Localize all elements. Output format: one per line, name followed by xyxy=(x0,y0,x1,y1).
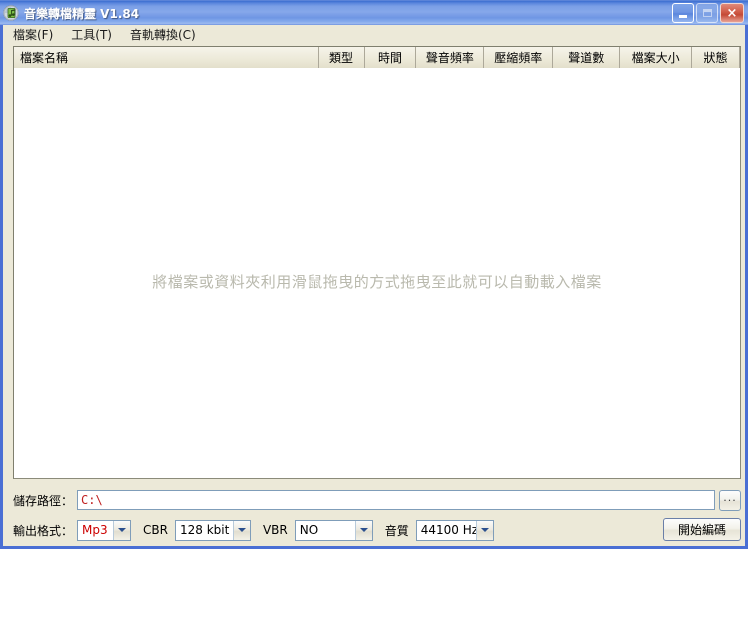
column-header-bitrate[interactable]: 壓縮頻率 xyxy=(484,47,554,68)
column-header-duration[interactable]: 時間 xyxy=(364,47,417,68)
quality-label: 音質 xyxy=(384,523,409,538)
quality-select[interactable]: 44100 Hz xyxy=(415,519,494,541)
cbr-select-value: 128 kbit xyxy=(179,523,230,537)
window-controls: × xyxy=(672,3,744,23)
start-encode-button[interactable]: 開始編碼 xyxy=(663,518,741,541)
column-header-channels[interactable]: 聲道數 xyxy=(553,47,621,68)
music-disc-icon xyxy=(3,5,19,21)
close-icon: × xyxy=(726,5,738,21)
save-path-row: 儲存路徑： ... xyxy=(13,489,741,511)
format-select[interactable]: Mp3 xyxy=(77,519,132,541)
minimize-icon xyxy=(679,15,687,18)
output-format-row: 輸出格式： Mp3 CBR 128 kbit VBR NO 音質 44100 H… xyxy=(13,518,741,542)
column-header-status[interactable]: 狀態 xyxy=(692,47,740,68)
output-format-label: 輸出格式： xyxy=(13,523,74,538)
application-window: 音樂轉檔精靈 V1.84 × 檔案(F) 工具(T) 音軌轉換(C) 檔案名稱 … xyxy=(0,0,748,549)
close-button[interactable]: × xyxy=(720,3,744,23)
column-header-filename[interactable]: 檔案名稱 xyxy=(14,47,319,68)
desktop-background xyxy=(0,549,748,622)
vbr-select[interactable]: NO xyxy=(294,519,373,541)
chevron-down-icon[interactable] xyxy=(475,520,493,540)
window-title: 音樂轉檔精靈 V1.84 xyxy=(24,6,140,21)
vbr-label: VBR xyxy=(262,523,288,537)
drop-zone-hint: 將檔案或資料夾利用滑鼠拖曳的方式拖曳至此就可以自動載入檔案 xyxy=(152,273,602,291)
maximize-icon xyxy=(702,9,712,17)
save-path-input[interactable] xyxy=(77,490,715,510)
chevron-down-icon[interactable] xyxy=(113,520,131,540)
column-header-sample-rate[interactable]: 聲音頻率 xyxy=(416,47,485,68)
column-header-filesize[interactable]: 檔案大小 xyxy=(620,47,693,68)
title-bar[interactable]: 音樂轉檔精靈 V1.84 × xyxy=(0,0,748,25)
file-list-header: 檔案名稱 類型 時間 聲音頻率 壓縮頻率 聲道數 檔案大小 狀態 xyxy=(14,47,740,68)
file-list-panel[interactable]: 檔案名稱 類型 時間 聲音頻率 壓縮頻率 聲道數 檔案大小 狀態 將檔案或資料夾… xyxy=(13,46,741,479)
menu-bar: 檔案(F) 工具(T) 音軌轉換(C) xyxy=(3,25,745,44)
menu-file[interactable]: 檔案(F) xyxy=(9,25,61,44)
vbr-select-value: NO xyxy=(299,523,319,537)
quality-select-value: 44100 Hz xyxy=(420,523,476,537)
chevron-down-icon[interactable] xyxy=(232,520,250,540)
save-path-label: 儲存路徑： xyxy=(13,493,74,508)
menu-track-convert[interactable]: 音軌轉換(C) xyxy=(126,25,204,44)
browse-button[interactable]: ... xyxy=(719,489,741,511)
column-header-type[interactable]: 類型 xyxy=(318,47,365,68)
cbr-select[interactable]: 128 kbit xyxy=(174,519,251,541)
format-select-value: Mp3 xyxy=(82,523,108,537)
maximize-button[interactable] xyxy=(696,3,718,23)
cbr-label: CBR xyxy=(143,523,168,537)
chevron-down-icon[interactable] xyxy=(354,520,372,540)
menu-tools[interactable]: 工具(T) xyxy=(67,25,120,44)
minimize-button[interactable] xyxy=(672,3,694,23)
